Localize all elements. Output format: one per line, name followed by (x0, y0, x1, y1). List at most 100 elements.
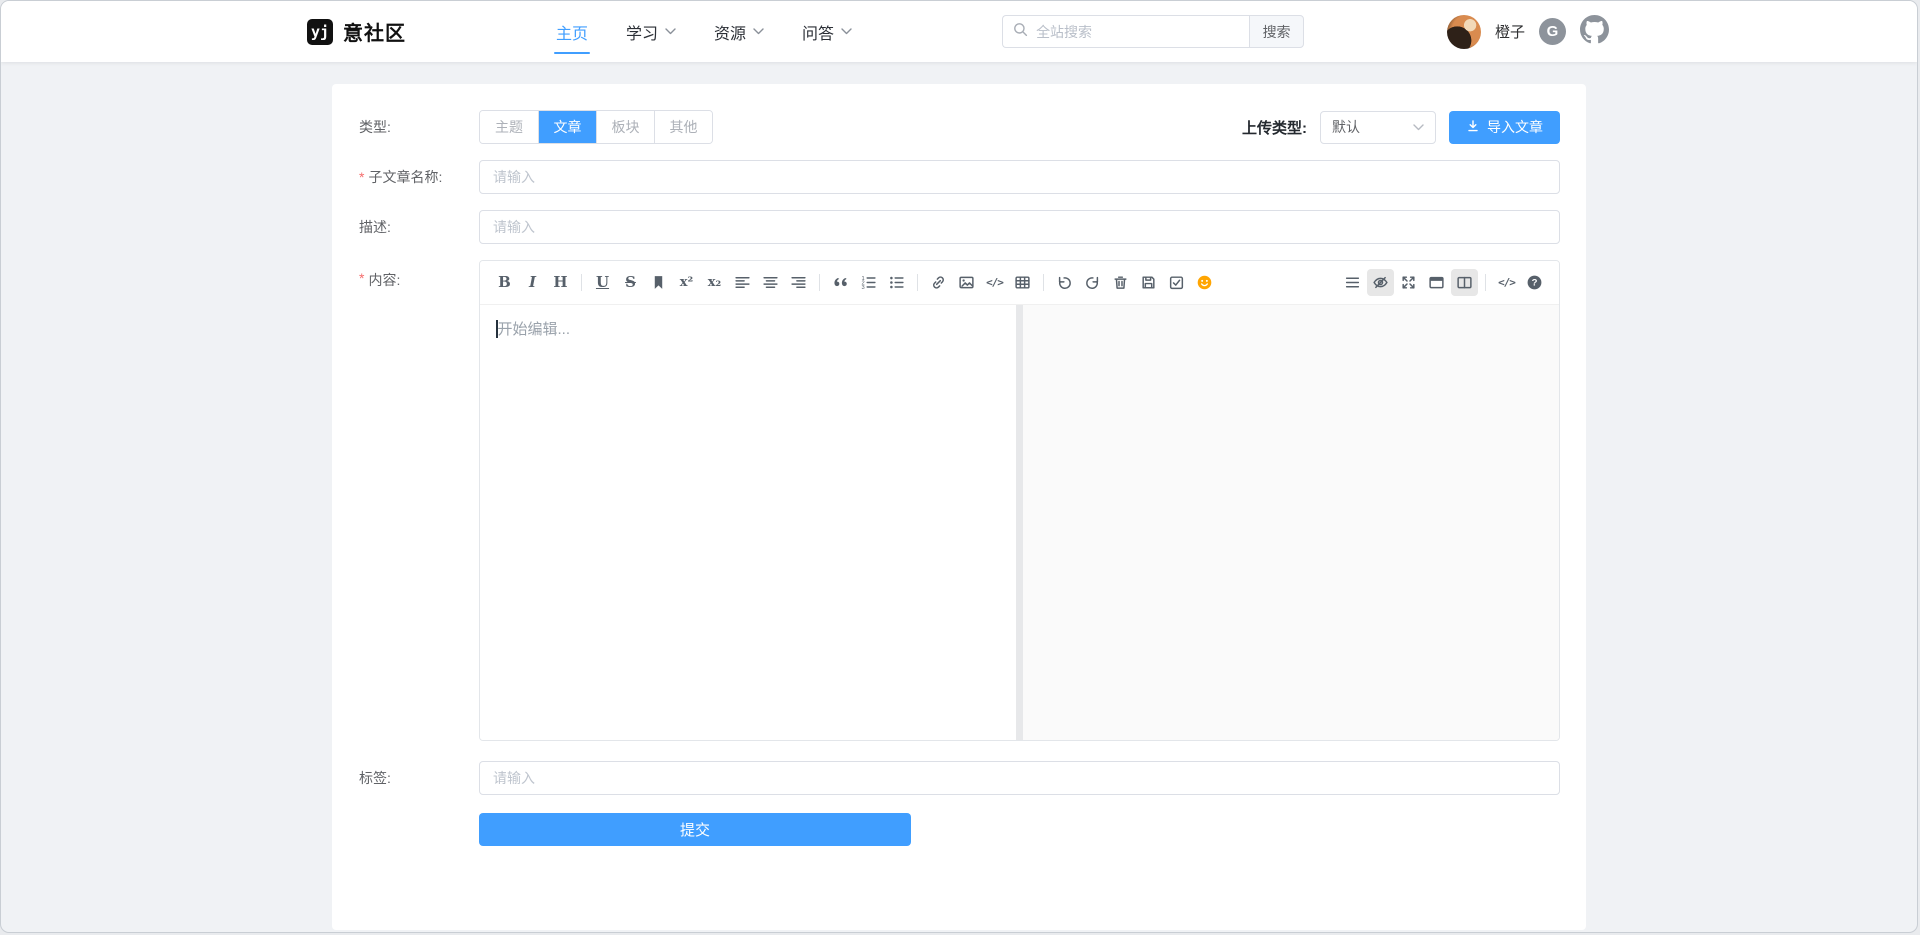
strikethrough-button[interactable]: S (617, 269, 644, 296)
fullscreen-button[interactable] (1395, 269, 1422, 296)
outline-button[interactable] (1339, 269, 1366, 296)
help-button[interactable]: ? (1521, 269, 1548, 296)
link-button[interactable] (925, 269, 952, 296)
nav-item-resources[interactable]: 资源 (714, 1, 764, 62)
bookmark-button[interactable] (645, 269, 672, 296)
align-right-icon (790, 274, 807, 291)
preview-toggle-button[interactable] (1367, 269, 1394, 296)
import-article-label: 导入文章 (1487, 117, 1543, 137)
superscript-icon: x² (680, 276, 693, 289)
type-option-other[interactable]: 其他 (654, 111, 712, 143)
type-label: 类型: (359, 110, 479, 144)
code-icon: </> (1498, 276, 1515, 289)
delete-button[interactable] (1107, 269, 1134, 296)
editor-toolbar: B I H U S x² x₂ 123 (480, 261, 1559, 305)
chevron-down-icon (753, 28, 764, 35)
italic-button[interactable]: I (519, 269, 546, 296)
tags-input[interactable] (479, 761, 1560, 795)
type-option-board[interactable]: 板块 (596, 111, 654, 143)
quote-button[interactable] (827, 269, 854, 296)
quote-icon (832, 274, 849, 291)
save-button[interactable] (1135, 269, 1162, 296)
edit-mode-button[interactable] (1423, 269, 1450, 296)
trash-icon (1112, 274, 1129, 291)
nav-item-home[interactable]: 主页 (556, 1, 588, 62)
description-label: 描述: (359, 210, 479, 244)
editor-input-pane[interactable]: 开始编辑... (480, 305, 1016, 740)
content-label: *内容: (359, 260, 479, 741)
code-icon: </> (986, 276, 1003, 289)
submit-button[interactable]: 提交 (479, 813, 911, 846)
undo-button[interactable] (1051, 269, 1078, 296)
superscript-button[interactable]: x² (673, 269, 700, 296)
subscript-button[interactable]: x₂ (701, 269, 728, 296)
help-icon: ? (1526, 274, 1543, 291)
table-icon (1014, 274, 1031, 291)
toolbar-divider (581, 274, 582, 291)
upload-type-value: 默认 (1332, 117, 1360, 137)
code-theme-button[interactable]: </> (1493, 269, 1520, 296)
search-input[interactable] (1036, 24, 1239, 40)
pane-resize-handle[interactable] (1016, 305, 1023, 740)
sub-article-name-input[interactable] (479, 160, 1560, 194)
toolbar-divider (819, 274, 820, 291)
markdown-editor: B I H U S x² x₂ 123 (479, 260, 1560, 741)
inline-code-button[interactable]: </> (981, 269, 1008, 296)
nav-item-resources-label: 资源 (714, 20, 746, 44)
type-option-article[interactable]: 文章 (538, 111, 596, 143)
editor-placeholder: 开始编辑... (498, 321, 571, 338)
nav-item-qa[interactable]: 问答 (802, 1, 852, 62)
strikethrough-icon: S (625, 275, 636, 290)
user-name[interactable]: 橙子 (1495, 21, 1525, 42)
type-option-topic[interactable]: 主题 (480, 111, 538, 143)
import-article-button[interactable]: 导入文章 (1449, 111, 1560, 144)
ordered-list-icon: 123 (860, 274, 877, 291)
align-center-button[interactable] (757, 269, 784, 296)
underline-button[interactable]: U (589, 269, 616, 296)
avatar[interactable] (1447, 15, 1481, 49)
upload-type-label: 上传类型: (1242, 117, 1307, 138)
description-input[interactable] (479, 210, 1560, 244)
image-icon (958, 274, 975, 291)
search-input-box (1002, 15, 1249, 48)
tags-row: 标签: (359, 761, 1560, 795)
name-label: *子文章名称: (359, 160, 479, 194)
undo-icon (1056, 274, 1073, 291)
github-icon[interactable] (1580, 15, 1609, 49)
content-row: *内容: B I H U S x² x₂ (359, 260, 1560, 741)
gitee-icon[interactable]: G (1539, 18, 1566, 45)
align-left-button[interactable] (729, 269, 756, 296)
chevron-down-icon (1413, 118, 1424, 136)
search-button[interactable]: 搜索 (1249, 15, 1304, 48)
image-button[interactable] (953, 269, 980, 296)
editor-preview-pane (1023, 305, 1559, 740)
chevron-down-icon (841, 28, 852, 35)
fullscreen-icon (1400, 274, 1417, 291)
split-mode-button[interactable] (1451, 269, 1478, 296)
tags-label: 标签: (359, 761, 479, 795)
nav-item-home-label: 主页 (556, 20, 588, 44)
type-segmented-control: 主题 文章 板块 其他 (479, 110, 713, 144)
bold-button[interactable]: B (491, 269, 518, 296)
toolbar-divider (1485, 274, 1486, 291)
bold-icon: B (498, 275, 511, 290)
article-form-card: 类型: 主题 文章 板块 其他 上传类型: 默认 导入文章 (332, 84, 1586, 930)
redo-button[interactable] (1079, 269, 1106, 296)
redo-icon (1084, 274, 1101, 291)
editor-body: 开始编辑... (480, 305, 1559, 740)
align-right-button[interactable] (785, 269, 812, 296)
nav-item-learn-label: 学习 (626, 20, 658, 44)
check-square-button[interactable] (1163, 269, 1190, 296)
align-center-icon (762, 274, 779, 291)
download-icon (1466, 119, 1480, 136)
upload-type-select[interactable]: 默认 (1320, 111, 1436, 144)
brand[interactable]: yj 意社区 (307, 17, 406, 46)
unordered-list-button[interactable] (883, 269, 910, 296)
svg-text:3: 3 (861, 285, 864, 291)
table-button[interactable] (1009, 269, 1036, 296)
heading-button[interactable]: H (547, 269, 574, 296)
emoji-button[interactable] (1191, 269, 1218, 296)
subscript-icon: x₂ (708, 276, 721, 289)
nav-item-learn[interactable]: 学习 (626, 1, 676, 62)
ordered-list-button[interactable]: 123 (855, 269, 882, 296)
